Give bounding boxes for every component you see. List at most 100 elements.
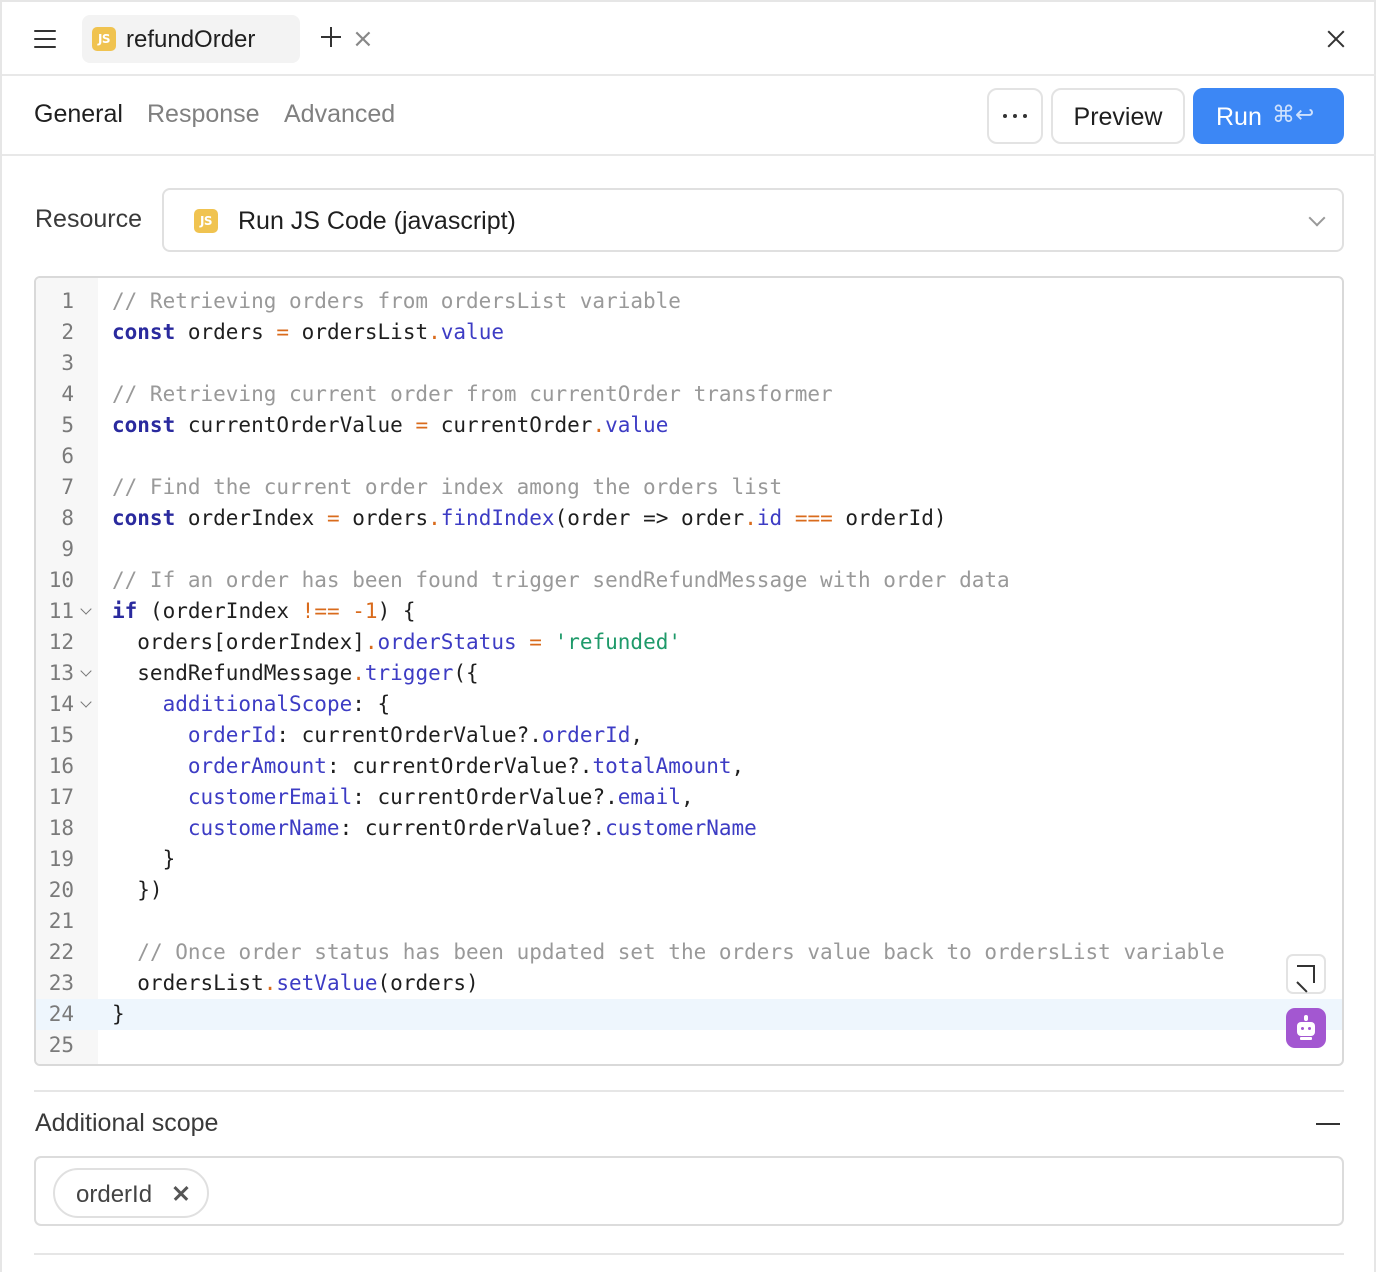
code-line[interactable]: 22 // Once order status has been updated… <box>36 937 1342 968</box>
line-number: 7 <box>61 475 74 499</box>
line-number: 1 <box>61 289 74 313</box>
line-number: 12 <box>48 630 74 654</box>
code-line[interactable]: 6 <box>36 441 1342 472</box>
code-line[interactable]: 17 customerEmail: currentOrderValue?.ema… <box>36 782 1342 813</box>
code-text: // Once order status has been updated se… <box>137 940 1225 964</box>
line-number: 2 <box>61 320 74 344</box>
code-line[interactable]: 25 <box>36 1030 1342 1061</box>
resource-value: Run JS Code (javascript) <box>238 207 516 235</box>
tab-bar: JS refundOrder × <box>2 2 1376 76</box>
expand-icon <box>1296 965 1315 993</box>
line-number: 13 <box>48 661 74 685</box>
section-divider <box>34 1090 1344 1092</box>
remove-chip-icon[interactable] <box>172 1184 190 1202</box>
close-icon[interactable] <box>1324 27 1348 51</box>
code-line[interactable]: 4 // Retrieving current order from curren… <box>36 379 1342 410</box>
code-text: // Retrieving orders from ordersList var… <box>112 289 681 313</box>
line-number: 25 <box>48 1033 74 1057</box>
code-line[interactable]: 18 customerName: currentOrderValue?.cust… <box>36 813 1342 844</box>
more-options-button[interactable] <box>987 88 1043 144</box>
code-text: if (orderIndex !== -1) { <box>112 599 416 623</box>
additional-scope-title: Additional scope <box>35 1109 219 1137</box>
code-line[interactable]: 2 const orders = ordersList.value <box>36 317 1342 348</box>
code-text: const currentOrderValue = currentOrder.v… <box>112 413 669 437</box>
add-tab-icon[interactable] <box>318 24 344 50</box>
expand-editor-button[interactable] <box>1286 954 1326 994</box>
chevron-down-icon <box>1308 209 1326 227</box>
code-line[interactable]: 8 const orderIndex = orders.findIndex(ord… <box>36 503 1342 534</box>
line-number: 6 <box>61 444 74 468</box>
code-text: customerName: currentOrderValue?.custome… <box>187 816 757 840</box>
code-text: additionalScope: { <box>162 692 391 716</box>
code-line[interactable]: 9 <box>36 534 1342 565</box>
robot-icon <box>1304 1015 1308 1021</box>
code-line[interactable]: 23 ordersList.setValue(orders) <box>36 968 1342 999</box>
line-number: 3 <box>61 351 74 375</box>
line-number: 21 <box>48 909 74 933</box>
code-line[interactable]: 19 } <box>36 844 1342 875</box>
line-number: 4 <box>61 382 74 406</box>
code-text: // Retrieving current order from current… <box>112 382 833 406</box>
code-line[interactable]: 12 orders[orderIndex].orderStatus = 'ref… <box>36 627 1342 658</box>
fold-chevron-icon[interactable] <box>80 603 92 615</box>
line-number: 10 <box>48 568 74 592</box>
line-number: 8 <box>61 506 74 530</box>
line-number: 9 <box>61 537 74 561</box>
line-number: 22 <box>48 940 74 964</box>
code-text: orders[orderIndex].orderStatus = 'refund… <box>112 630 682 654</box>
run-button[interactable]: Run ⌘↩ <box>1193 88 1344 144</box>
code-line[interactable]: 15 orderId: currentOrderValue?.orderId, <box>36 720 1342 751</box>
code-text: sendRefundMessage.trigger({ <box>112 661 479 685</box>
code-text: }) <box>112 878 163 902</box>
line-number: 15 <box>48 723 74 747</box>
preview-label: Preview <box>1073 103 1163 131</box>
preview-button[interactable]: Preview <box>1051 88 1185 144</box>
tab-refund-order[interactable]: JS refundOrder × <box>82 15 374 63</box>
close-tab-icon[interactable]: × <box>352 25 374 53</box>
collapse-icon[interactable] <box>1314 1110 1342 1138</box>
tab-advanced[interactable]: Advanced <box>284 100 395 129</box>
section-divider <box>34 1253 1344 1255</box>
js-icon: JS <box>194 209 218 233</box>
line-number: 11 <box>48 599 74 623</box>
ellipsis-icon <box>1003 114 1027 118</box>
fold-chevron-icon[interactable] <box>80 696 92 708</box>
keyboard-shortcut-hint: ⌘↩ <box>1272 102 1315 128</box>
line-number: 20 <box>48 878 74 902</box>
code-line[interactable]: 3 <box>36 348 1342 379</box>
additional-scope-input[interactable]: orderId <box>34 1156 1344 1226</box>
ai-assistant-button[interactable] <box>1286 1008 1326 1048</box>
tab-general[interactable]: General <box>34 100 123 129</box>
code-line[interactable]: 16 orderAmount: currentOrderValue?.total… <box>36 751 1342 782</box>
resource-select[interactable]: JS Run JS Code (javascript) <box>162 188 1344 252</box>
code-line[interactable]: 24} <box>36 999 1342 1030</box>
code-line[interactable]: 21 <box>36 906 1342 937</box>
code-line[interactable]: 5 const currentOrderValue = currentOrder.… <box>36 410 1342 441</box>
line-number: 5 <box>61 413 74 437</box>
code-line[interactable]: 1 // Retrieving orders from ordersList va… <box>36 286 1342 317</box>
code-text: ordersList.setValue(orders) <box>112 971 479 995</box>
code-text: orderId: currentOrderValue?.orderId, <box>187 723 644 747</box>
code-line[interactable]: 14 additionalScope: { <box>36 689 1342 720</box>
resource-label: Resource <box>35 205 142 233</box>
code-line[interactable]: 11 if (orderIndex !== -1) { <box>36 596 1342 627</box>
code-line[interactable]: 7 // Find the current order index among t… <box>36 472 1342 503</box>
chip-label: orderId <box>76 1181 153 1208</box>
tab-response[interactable]: Response <box>147 100 260 129</box>
code-editor[interactable]: 1 // Retrieving orders from ordersList va… <box>34 276 1344 1066</box>
code-line[interactable]: 10 // If an order has been found trigger … <box>36 565 1342 596</box>
query-toolbar: General Response Advanced Preview Run ⌘↩ <box>2 76 1376 156</box>
run-label: Run <box>1216 103 1262 131</box>
fold-chevron-icon[interactable] <box>80 665 92 677</box>
line-number: 24 <box>48 1002 74 1026</box>
code-line[interactable]: 20 }) <box>36 875 1342 906</box>
line-number: 23 <box>48 971 74 995</box>
line-number: 17 <box>48 785 74 809</box>
js-icon: JS <box>92 27 116 51</box>
menu-icon[interactable] <box>32 27 60 51</box>
code-line[interactable]: 13 sendRefundMessage.trigger({ <box>36 658 1342 689</box>
code-text: // Find the current order index among th… <box>112 475 783 499</box>
code-text: const orderIndex = orders.findIndex(orde… <box>112 506 947 530</box>
tab-label: refundOrder <box>126 26 256 53</box>
code-text: const orders = ordersList.value <box>112 320 504 344</box>
